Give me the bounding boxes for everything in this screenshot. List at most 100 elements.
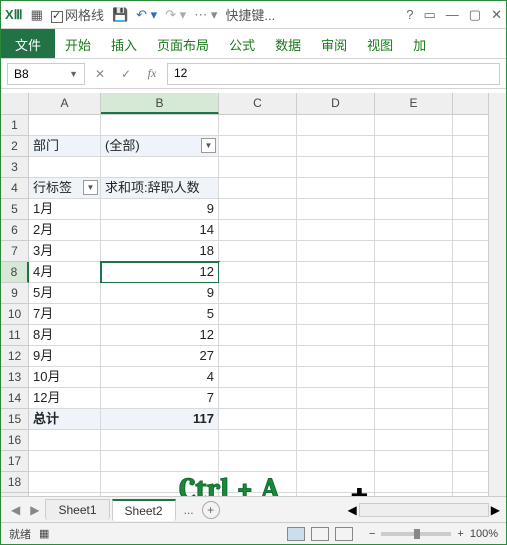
- cell[interactable]: [375, 367, 453, 388]
- cell[interactable]: 18: [101, 241, 219, 262]
- cell[interactable]: [375, 472, 453, 493]
- row-header[interactable]: 13: [1, 367, 29, 388]
- cell[interactable]: [297, 157, 375, 178]
- row-header[interactable]: 5: [1, 199, 29, 220]
- minimize-icon[interactable]: —: [446, 7, 459, 23]
- tab-home[interactable]: 开始: [55, 29, 101, 58]
- cell[interactable]: 14: [101, 220, 219, 241]
- row-header[interactable]: 17: [1, 451, 29, 472]
- table-row[interactable]: 118月12: [1, 325, 506, 346]
- table-row[interactable]: 1412月7: [1, 388, 506, 409]
- sheet-nav-prev-icon[interactable]: ◀: [7, 503, 24, 517]
- row-header[interactable]: 18: [1, 472, 29, 493]
- tab-insert[interactable]: 插入: [101, 29, 147, 58]
- cell[interactable]: 7: [101, 388, 219, 409]
- row-header[interactable]: 2: [1, 136, 29, 157]
- cell[interactable]: [375, 409, 453, 430]
- cell[interactable]: [297, 346, 375, 367]
- row-header[interactable]: 4: [1, 178, 29, 199]
- cell[interactable]: [297, 367, 375, 388]
- table-row[interactable]: 1: [1, 115, 506, 136]
- cell[interactable]: [297, 430, 375, 451]
- cell[interactable]: [219, 136, 297, 157]
- cell[interactable]: (全部)▼: [101, 136, 219, 157]
- row-header[interactable]: 10: [1, 304, 29, 325]
- cancel-icon[interactable]: ✕: [89, 63, 111, 85]
- tab-file[interactable]: 文件: [1, 29, 55, 58]
- cell[interactable]: [219, 220, 297, 241]
- cell[interactable]: 7月: [29, 304, 101, 325]
- cell[interactable]: [101, 472, 219, 493]
- cell[interactable]: [297, 409, 375, 430]
- spreadsheet-grid[interactable]: A B C D E 12部门(全部)▼34行标签▼求和项:辞职人数51月962月…: [1, 93, 506, 496]
- fx-icon[interactable]: fx: [141, 63, 163, 85]
- cell[interactable]: 9: [101, 199, 219, 220]
- new-sheet-button[interactable]: +: [202, 501, 220, 519]
- cell[interactable]: 1月: [29, 199, 101, 220]
- col-header-B[interactable]: B: [101, 93, 219, 114]
- cell[interactable]: 12月: [29, 388, 101, 409]
- cell[interactable]: 总计: [29, 409, 101, 430]
- cell[interactable]: [219, 388, 297, 409]
- cell[interactable]: [375, 388, 453, 409]
- gridlines-toggle[interactable]: 网格线: [51, 5, 104, 24]
- row-header[interactable]: 8: [1, 262, 29, 283]
- cell[interactable]: [375, 157, 453, 178]
- row-header[interactable]: 12: [1, 346, 29, 367]
- cell[interactable]: [219, 199, 297, 220]
- cell[interactable]: [297, 262, 375, 283]
- cell[interactable]: [375, 304, 453, 325]
- cell[interactable]: [219, 472, 297, 493]
- zoom-out-icon[interactable]: −: [369, 528, 375, 540]
- scroll-track[interactable]: [359, 503, 489, 517]
- table-row[interactable]: 15总计117: [1, 409, 506, 430]
- sheet-more-icon[interactable]: ...: [178, 503, 200, 517]
- sheet-tab-2[interactable]: Sheet2: [112, 499, 176, 521]
- cell[interactable]: [297, 325, 375, 346]
- cell[interactable]: [297, 451, 375, 472]
- cell[interactable]: [219, 304, 297, 325]
- cell[interactable]: [219, 115, 297, 136]
- zoom-slider[interactable]: [381, 532, 451, 536]
- filter-dropdown-icon[interactable]: ▼: [201, 138, 216, 153]
- cell[interactable]: [101, 430, 219, 451]
- cell[interactable]: [101, 451, 219, 472]
- cell[interactable]: [375, 115, 453, 136]
- cell[interactable]: 8月: [29, 325, 101, 346]
- tab-review[interactable]: 审阅: [311, 29, 357, 58]
- table-row[interactable]: 2部门(全部)▼: [1, 136, 506, 157]
- col-header-C[interactable]: C: [219, 93, 297, 114]
- cell[interactable]: [29, 451, 101, 472]
- cell[interactable]: [375, 220, 453, 241]
- sheet-tab-1[interactable]: Sheet1: [45, 499, 109, 520]
- row-header[interactable]: 14: [1, 388, 29, 409]
- table-row[interactable]: 4行标签▼求和项:辞职人数: [1, 178, 506, 199]
- row-header[interactable]: 15: [1, 409, 29, 430]
- ribbon-collapse-icon[interactable]: ▭: [424, 7, 436, 23]
- vertical-scrollbar[interactable]: [488, 93, 506, 496]
- close-icon[interactable]: ✕: [491, 7, 502, 23]
- table-row[interactable]: 73月18: [1, 241, 506, 262]
- table-row[interactable]: 107月5: [1, 304, 506, 325]
- scroll-right-icon[interactable]: ▶: [491, 503, 500, 517]
- cell[interactable]: [219, 346, 297, 367]
- chevron-down-icon[interactable]: ▼: [69, 69, 78, 79]
- cell[interactable]: [297, 136, 375, 157]
- cell[interactable]: [29, 157, 101, 178]
- shortcut-label[interactable]: 快捷键...: [225, 5, 275, 24]
- tab-formulas[interactable]: 公式: [219, 29, 265, 58]
- cell[interactable]: 2月: [29, 220, 101, 241]
- cell[interactable]: [375, 178, 453, 199]
- cell[interactable]: [297, 304, 375, 325]
- cell[interactable]: [375, 283, 453, 304]
- sheet-nav-next-icon[interactable]: ▶: [26, 503, 43, 517]
- cell[interactable]: [375, 241, 453, 262]
- redo-icon[interactable]: ↷ ▾: [165, 7, 186, 23]
- cell[interactable]: 求和项:辞职人数: [101, 178, 219, 199]
- scroll-left-icon[interactable]: ◀: [348, 503, 357, 517]
- cell[interactable]: 5月: [29, 283, 101, 304]
- cell[interactable]: [29, 430, 101, 451]
- cell[interactable]: [297, 199, 375, 220]
- help-icon[interactable]: ?: [406, 7, 413, 23]
- filter-dropdown-icon[interactable]: ▼: [83, 180, 98, 195]
